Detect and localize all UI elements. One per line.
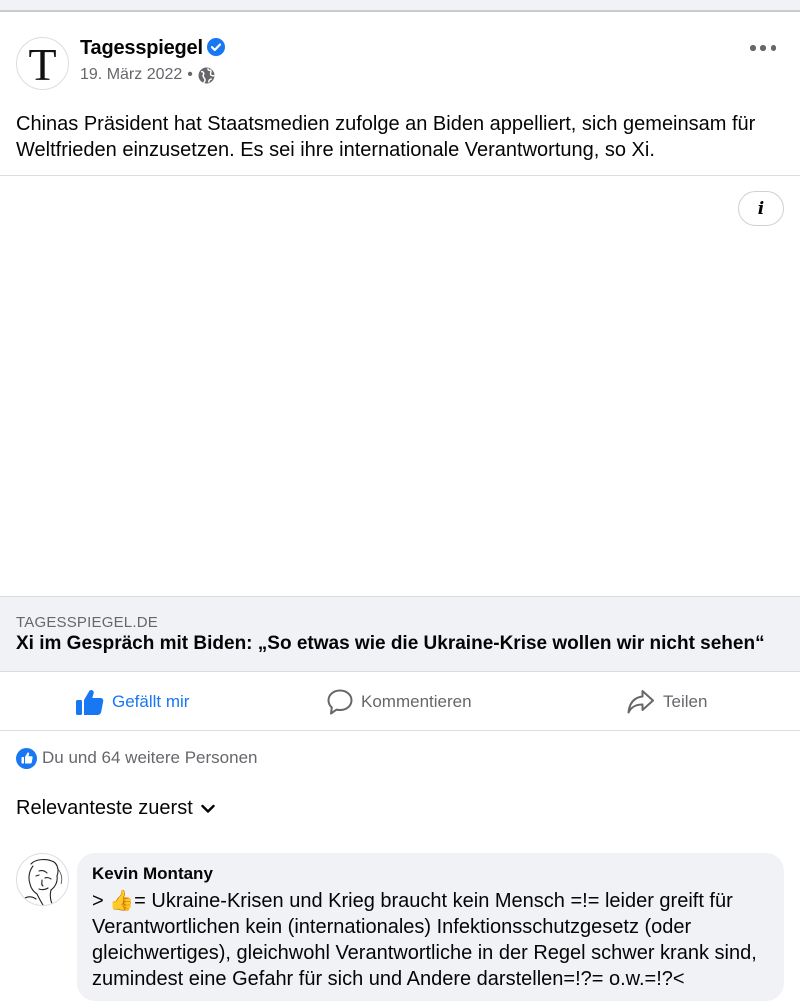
page-name-label[interactable]: Tagesspiegel [80,37,203,59]
sort-label: Relevanteste zuerst [16,797,193,819]
link-preview[interactable]: TAGESSPIEGEL.DE Xi im Gespräch mit Biden… [0,596,800,672]
link-media[interactable]: i [0,176,800,596]
link-title[interactable]: Xi im Gespräch mit Biden: „So etwas wie … [16,633,765,655]
thumbs-up-icon [76,689,104,715]
comment-text: > 👍= Ukraine-Krisen und Krieg braucht ke… [92,890,757,990]
globe-icon [198,67,215,84]
info-button[interactable]: i [738,191,784,226]
comment-sort-dropdown[interactable]: Relevanteste zuerst [16,797,215,820]
like-label: Gefällt mir [112,692,190,711]
info-icon: i [757,198,765,219]
post-date[interactable]: 19. März 2022 [80,66,182,84]
comment-label: Kommentieren [361,692,472,711]
share-icon [627,690,654,714]
comment-button[interactable]: Kommentieren [327,688,472,716]
comment-bubble[interactable]: Kevin Montany > 👍= Ukraine-Krisen und Kr… [77,853,784,1001]
chevron-down-icon [201,804,215,813]
like-button[interactable]: Gefällt mir [76,688,189,716]
page-avatar[interactable]: T [16,37,69,90]
comment-author[interactable]: Kevin Montany [92,863,769,885]
commenter-avatar[interactable] [16,853,69,906]
share-button[interactable]: Teilen [627,688,707,716]
page-name[interactable]: Tagesspiegel [80,37,225,60]
share-label: Teilen [663,692,708,711]
reactions-summary[interactable]: Du und 64 weitere Personen [16,747,257,769]
verified-badge-icon [206,38,225,56]
link-domain: TAGESSPIEGEL.DE [16,614,158,631]
top-separator [0,0,800,12]
reactions-count: Du und 64 weitere Personen [42,748,258,767]
like-reaction-icon [16,747,37,769]
avatar-letter: T [28,38,57,90]
meta-separator: • [187,66,193,83]
comment-icon [327,689,353,715]
more-options-icon[interactable] [750,43,776,53]
post-text: Chinas Präsident hat Staatsmedien zufolg… [16,113,756,161]
post-header: T Tagesspiegel 19. März 2022 • [16,37,784,93]
post-actions: Gefällt mir Kommentieren Teilen [0,673,800,731]
sketch-portrait-icon [24,859,63,905]
post-meta: 19. März 2022 • [80,66,215,84]
